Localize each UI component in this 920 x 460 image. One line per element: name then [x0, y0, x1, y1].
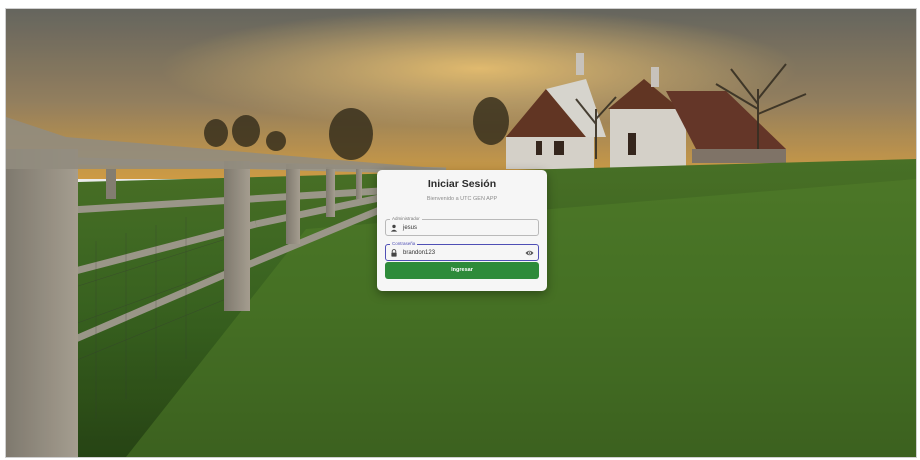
- login-button[interactable]: Ingresar: [385, 262, 539, 279]
- password-label: Contraseña: [390, 241, 418, 247]
- password-field[interactable]: Contraseña brandon123: [385, 241, 539, 261]
- eye-icon[interactable]: [525, 249, 534, 257]
- username-field[interactable]: Administrador jesus: [385, 216, 539, 236]
- login-title: Iniciar Sesión: [427, 178, 497, 190]
- username-label: Administrador: [390, 216, 422, 222]
- person-icon: [390, 224, 398, 232]
- password-value[interactable]: brandon123: [403, 249, 435, 257]
- login-subtitle: Bienvenido a UTC GEN APP: [426, 196, 498, 202]
- lock-icon: [391, 249, 397, 257]
- login-card: Iniciar Sesión Bienvenido a UTC GEN APP …: [377, 170, 547, 291]
- username-value[interactable]: jesus: [403, 224, 417, 232]
